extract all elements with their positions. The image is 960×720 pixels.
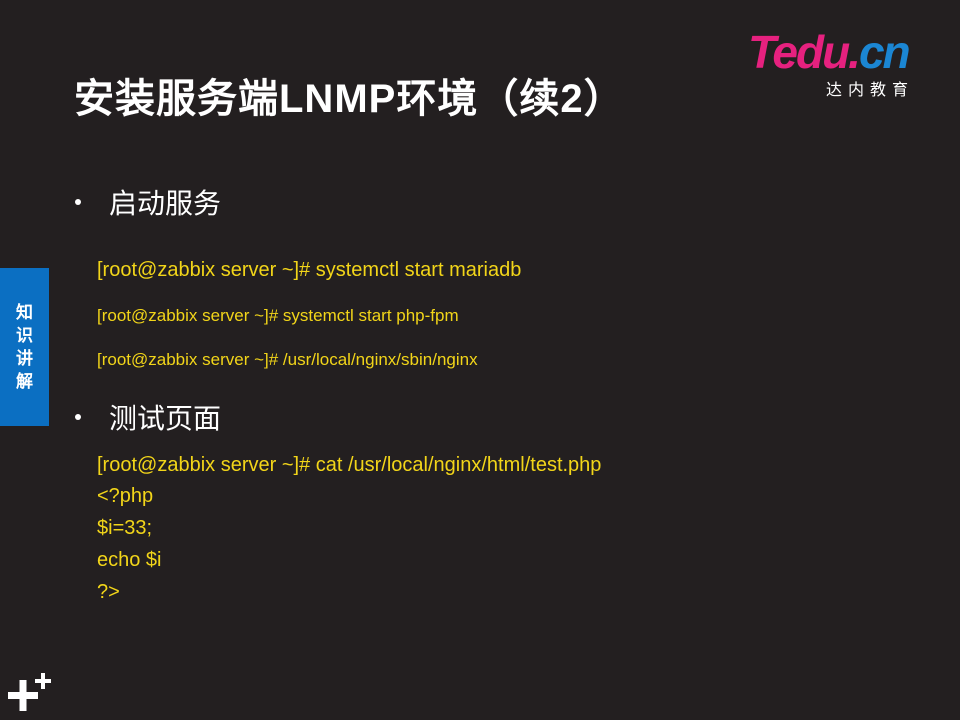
code-line: ?> [97,581,120,603]
section-heading-start-services: 启动服务 [75,182,221,222]
bullet-dot [75,199,81,205]
section-heading-text: 测试页面 [109,403,222,434]
side-tab-char: 讲 [16,349,33,368]
code-line: [root@zabbix server ~]# systemctl start … [97,259,522,281]
slide: 安装服务端LNMP环境（续2） Tedu.cn 达内教育 知 识 讲 解 启动服… [0,0,960,720]
side-tab-knowledge: 知 识 讲 解 [0,268,49,426]
side-tab-char: 知 [16,303,33,322]
section-heading-text: 启动服务 [109,188,222,219]
plus-icon [8,673,51,711]
code-line: [root@zabbix server ~]# cat /usr/local/n… [97,454,602,476]
slide-title: 安装服务端LNMP环境（续2） [74,77,625,121]
side-tab-char: 识 [16,326,33,345]
code-line: $i=33; [97,517,153,539]
code-line: echo $i [97,549,162,571]
logo-letters-edu: edu. [772,26,861,78]
section-heading-test-page: 测试页面 [75,397,221,437]
bullet-dot [75,414,81,420]
code-line: [root@zabbix server ~]# /usr/local/nginx… [97,350,478,369]
tedu-logo: Tedu.cn 达内教育 [748,26,938,99]
logo-letters-cn: cn [858,26,911,78]
code-line: [root@zabbix server ~]# systemctl start … [97,306,459,325]
side-tab-char: 解 [16,372,33,391]
logo-wordmark: Tedu.cn [748,26,911,78]
logo-letter-t: T [748,26,774,78]
logo-subtitle: 达内教育 [826,82,915,99]
code-line: <?php [97,485,154,507]
